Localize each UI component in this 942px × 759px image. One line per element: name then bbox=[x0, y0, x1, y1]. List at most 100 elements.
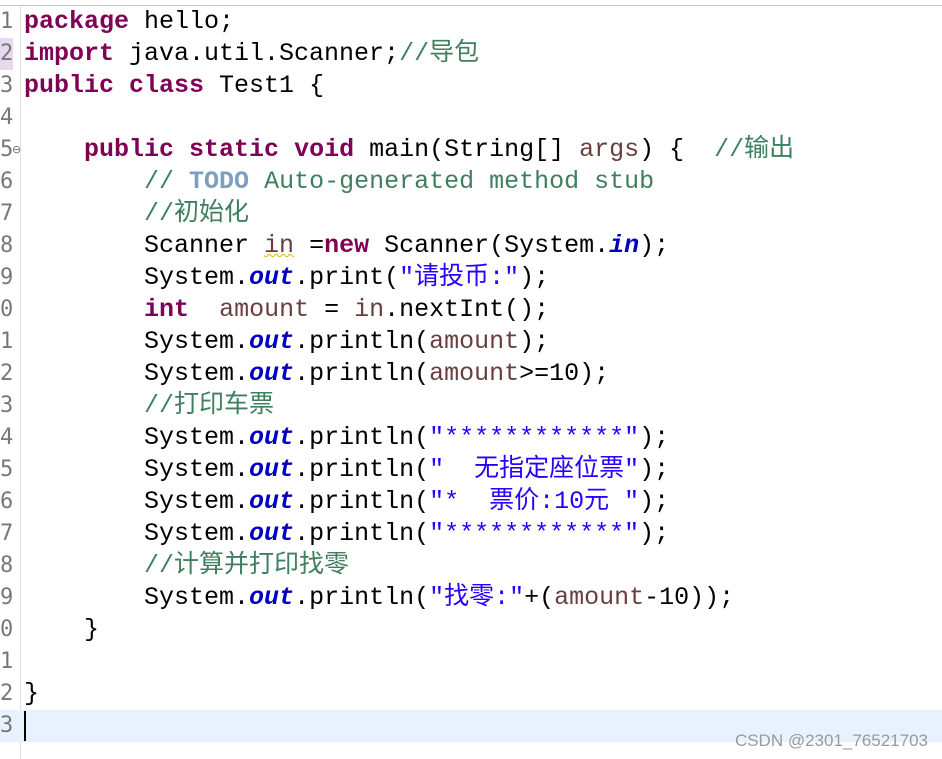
code-token: //导包 bbox=[399, 39, 480, 68]
code-token: >=10); bbox=[519, 359, 610, 388]
code-token: //初始化 bbox=[144, 199, 250, 228]
code-token: +( bbox=[524, 583, 555, 612]
code-token: " 无指定座位票" bbox=[429, 455, 640, 484]
code-line[interactable]: 1 bbox=[0, 646, 942, 678]
code-line[interactable]: 4 System.out.println("************"); bbox=[0, 422, 942, 454]
fold-collapse-icon[interactable]: ⊖ bbox=[12, 134, 21, 166]
code-token: package bbox=[24, 7, 130, 36]
code-token: "* 票价:10元 " bbox=[429, 487, 640, 516]
line-number: 2 bbox=[0, 361, 13, 386]
code-token: hello; bbox=[129, 7, 235, 36]
line-number: 2 bbox=[0, 38, 13, 70]
code-token: ); bbox=[639, 519, 670, 548]
code-line[interactable]: 5 System.out.println(" 无指定座位票"); bbox=[0, 454, 942, 486]
code-text: System.out.println("************"); bbox=[24, 518, 669, 550]
code-token: //打印车票 bbox=[144, 391, 275, 420]
code-token: out bbox=[249, 487, 295, 516]
code-line[interactable]: 8 Scanner in =new Scanner(System.in); bbox=[0, 230, 942, 262]
code-token: int bbox=[144, 295, 190, 324]
code-token: .println( bbox=[294, 519, 430, 548]
line-number: 3 bbox=[0, 73, 13, 98]
code-text: System.out.println("找零:"+(amount-10)); bbox=[24, 582, 734, 614]
code-text: //初始化 bbox=[24, 198, 249, 230]
code-line[interactable]: 9 System.out.println("找零:"+(amount-10)); bbox=[0, 582, 942, 614]
line-number: 0 bbox=[0, 617, 13, 642]
code-line[interactable]: 0 int amount = in.nextInt(); bbox=[0, 294, 942, 326]
code-token: public bbox=[24, 71, 115, 100]
code-token: out bbox=[249, 359, 295, 388]
code-token: out bbox=[249, 519, 295, 548]
code-line[interactable]: 1 System.out.println(amount); bbox=[0, 326, 942, 358]
code-line[interactable]: 7 //初始化 bbox=[0, 198, 942, 230]
code-line[interactable]: 9 System.out.print("请投币:"); bbox=[0, 262, 942, 294]
code-line[interactable]: 2} bbox=[0, 678, 942, 710]
code-token: .println( bbox=[294, 455, 430, 484]
code-token: Test1 { bbox=[204, 71, 325, 100]
code-token: //输出 bbox=[714, 135, 795, 164]
code-text: } bbox=[24, 614, 99, 646]
code-token: out bbox=[249, 423, 295, 452]
code-token: ); bbox=[639, 231, 670, 260]
code-token: .println( bbox=[294, 487, 430, 516]
code-token: amount bbox=[219, 295, 310, 324]
code-editor[interactable]: 1 package hello; 2 import java.util.Scanner… bbox=[0, 6, 942, 759]
code-line[interactable]: 7 System.out.println("************"); bbox=[0, 518, 942, 550]
code-token: out bbox=[249, 327, 295, 356]
code-token: .nextInt(); bbox=[384, 295, 550, 324]
code-token: .println( bbox=[294, 583, 430, 612]
code-token: static bbox=[189, 135, 280, 164]
code-line[interactable]: 2 import java.util.Scanner;//导包 bbox=[0, 38, 942, 70]
code-token: args bbox=[579, 135, 640, 164]
code-text: package hello; bbox=[24, 6, 234, 38]
code-token: // bbox=[144, 167, 190, 196]
code-token: out bbox=[249, 263, 295, 292]
line-number: 4 bbox=[0, 425, 13, 450]
code-token: amount bbox=[429, 327, 520, 356]
line-number: 8 bbox=[0, 233, 13, 258]
code-line[interactable]: 0 } bbox=[0, 614, 942, 646]
code-line[interactable]: 3 public class Test1 { bbox=[0, 70, 942, 102]
line-number: 8 bbox=[0, 553, 13, 578]
code-text: System.out.println(amount>=10); bbox=[24, 358, 609, 390]
line-number: 5 bbox=[0, 457, 13, 482]
code-token: amount bbox=[554, 583, 645, 612]
code-text: int amount = in.nextInt(); bbox=[24, 294, 549, 326]
text-caret bbox=[24, 711, 26, 741]
code-token: = bbox=[309, 295, 355, 324]
code-line[interactable]: 6 System.out.println("* 票价:10元 "); bbox=[0, 486, 942, 518]
line-number: 0 bbox=[0, 297, 13, 322]
code-token: Auto-generated method stub bbox=[249, 167, 655, 196]
line-number: 1 bbox=[0, 9, 13, 34]
code-line[interactable]: 2 System.out.println(amount>=10); bbox=[0, 358, 942, 390]
code-token: System. bbox=[24, 263, 250, 292]
code-line[interactable]: 1 package hello; bbox=[0, 6, 942, 38]
code-line[interactable]: 8 //计算并打印找零 bbox=[0, 550, 942, 582]
line-number: 9 bbox=[0, 585, 13, 610]
code-line[interactable]: 6 // TODO Auto-generated method stub bbox=[0, 166, 942, 198]
code-text: //打印车票 bbox=[24, 390, 274, 422]
line-number: 1 bbox=[0, 649, 13, 674]
watermark: CSDN @2301_76521703 bbox=[734, 731, 928, 750]
code-token: } bbox=[24, 615, 100, 644]
line-number: 3 bbox=[0, 713, 13, 738]
code-token: out bbox=[249, 583, 295, 612]
code-line[interactable]: 3 //打印车票 bbox=[0, 390, 942, 422]
code-token: in bbox=[264, 231, 295, 260]
code-line[interactable]: 4 bbox=[0, 102, 942, 134]
code-token: .print( bbox=[294, 263, 400, 292]
code-line[interactable]: 5 ⊖ public static void main(String[] args… bbox=[0, 134, 942, 166]
code-text: //计算并打印找零 bbox=[24, 550, 349, 582]
code-token: in bbox=[609, 231, 640, 260]
code-token: System. bbox=[24, 423, 250, 452]
code-text: import java.util.Scanner;//导包 bbox=[24, 38, 479, 70]
code-token: class bbox=[129, 71, 205, 100]
code-token: .println( bbox=[294, 327, 430, 356]
code-token: "请投币:" bbox=[399, 263, 520, 292]
code-token: new bbox=[324, 231, 370, 260]
